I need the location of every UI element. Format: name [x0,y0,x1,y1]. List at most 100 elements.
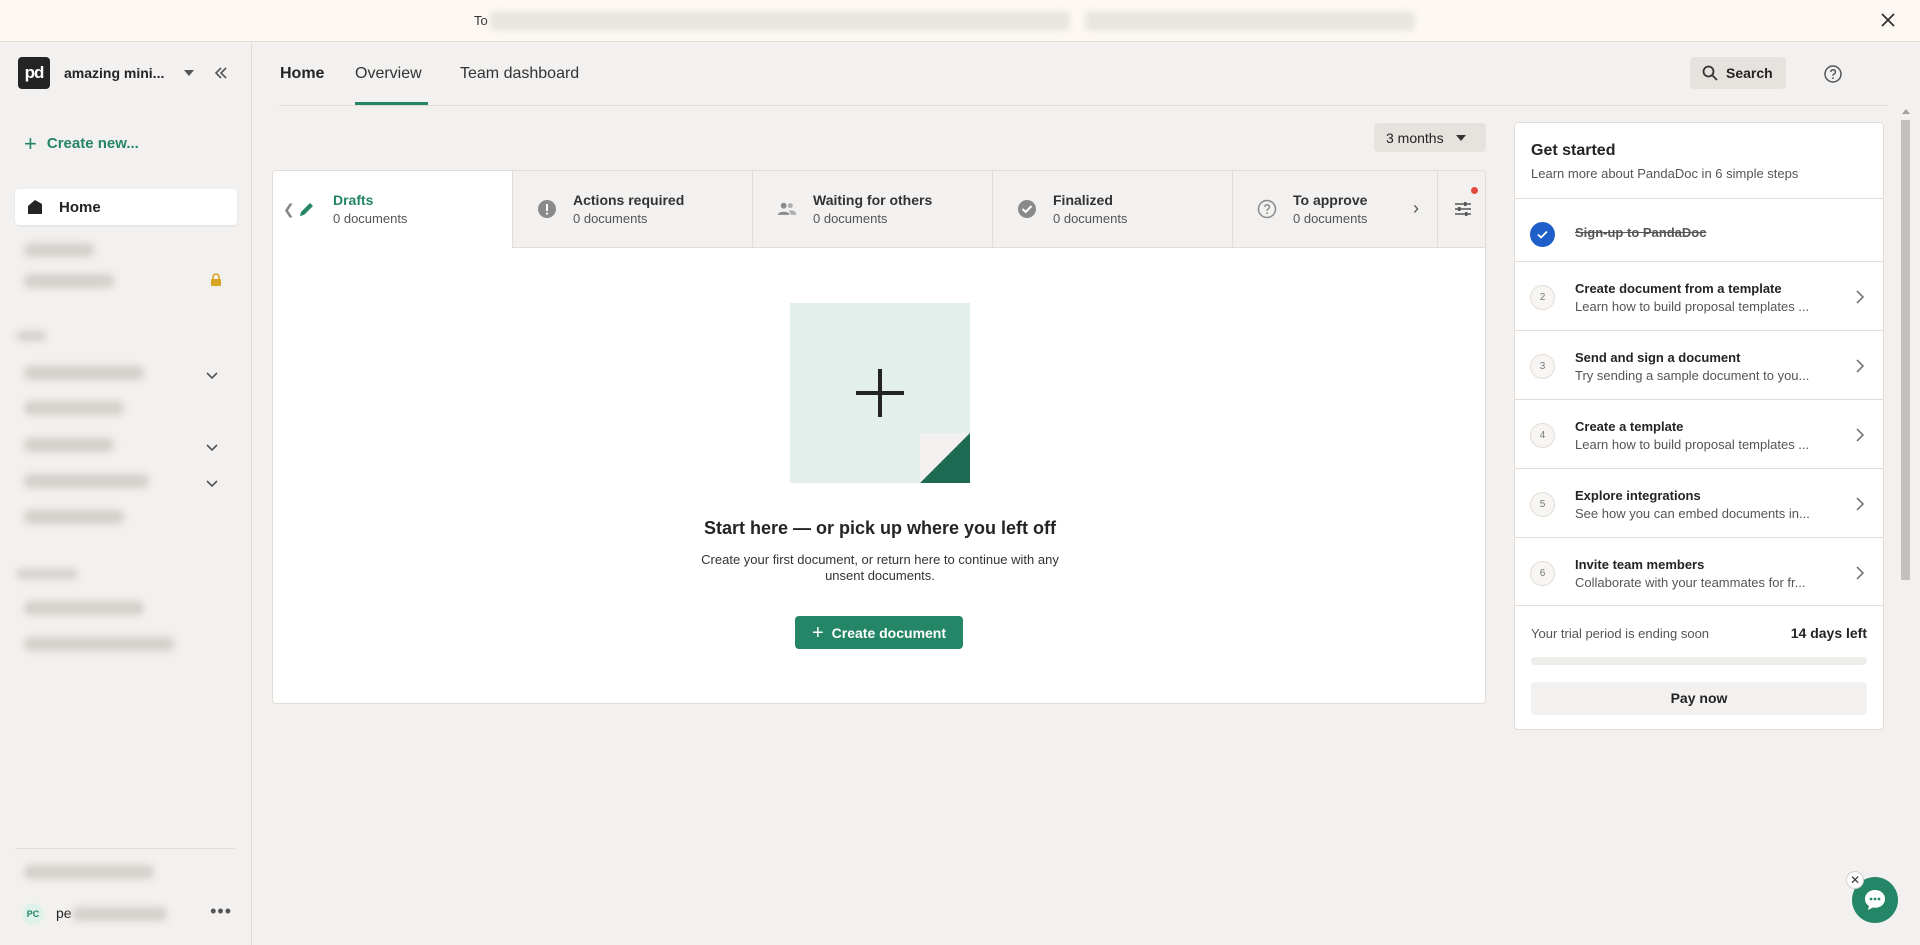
get-started-subtitle: Learn more about PandaDoc in 6 simple st… [1531,166,1799,181]
onboarding-step-2[interactable]: 2 Create document from a template Learn … [1515,261,1883,330]
get-started-panel: Get started Learn more about PandaDoc in… [1514,122,1884,730]
close-icon[interactable] [1876,8,1900,32]
banner-blurred-text [490,11,1070,31]
tab-team-dashboard[interactable]: Team dashboard [460,65,579,83]
status-tab-waiting-for-others[interactable]: Waiting for others 0 documents [753,171,993,248]
chat-icon [1865,890,1885,910]
chevron-right-icon [1856,497,1865,511]
chevron-down-icon[interactable] [206,441,218,453]
tab-overview[interactable]: Overview [355,65,422,83]
plus-icon: + [811,621,824,644]
sidebar-item-blurred[interactable] [24,637,174,651]
pencil-icon [300,203,313,216]
sidebar-item-blurred[interactable] [24,243,94,257]
user-name-blurred [72,907,167,921]
onboarding-step-3[interactable]: 3 Send and sign a document Try sending a… [1515,330,1883,399]
step-description: Collaborate with your teammates for fr..… [1575,575,1806,590]
get-started-title: Get started [1531,142,1616,159]
status-title: Finalized [1053,192,1113,208]
onboarding-step-4[interactable]: 4 Create a template Learn how to build p… [1515,399,1883,468]
caret-down-icon [1455,134,1466,141]
caret-down-icon [184,70,194,76]
trial-progress-bar [1531,657,1867,665]
page-header: Home Overview Team dashboard Search [279,43,1887,106]
search-button[interactable]: Search [1690,57,1786,89]
step-number: 2 [1530,285,1555,310]
onboarding-step-5[interactable]: 5 Explore integrations See how you can e… [1515,468,1883,537]
sidebar-section-label-blurred [16,331,46,341]
close-icon[interactable]: ✕ [1846,871,1864,889]
sidebar-item-blurred[interactable] [24,438,114,452]
trial-banner: To [0,0,1920,42]
status-title: Actions required [573,192,685,208]
status-count: 0 documents [1293,211,1368,226]
status-tab-finalized[interactable]: Finalized 0 documents [993,171,1233,248]
chevron-right-icon [1856,359,1865,373]
home-icon [28,200,42,214]
step-description: Try sending a sample document to you... [1575,368,1810,383]
sidebar-item-blurred[interactable] [24,865,154,879]
check-icon [1530,222,1555,247]
status-count: 0 documents [1053,211,1128,226]
active-tab-indicator [355,102,428,105]
scrollbar[interactable] [1900,108,1912,588]
sidebar-item-blurred[interactable] [24,510,124,524]
sidebar-item-blurred[interactable] [24,274,114,288]
chevron-down-icon[interactable] [206,477,218,489]
step-number: 5 [1530,492,1555,517]
status-tabs: ❮ Drafts 0 documents Actions required 0 … [273,171,1485,248]
step-title: Explore integrations [1575,488,1701,503]
pandadoc-logo: pd [18,57,50,89]
empty-state-title: Start here — or pick up where you left o… [703,518,1057,538]
workspace-switcher[interactable]: pd amazing mini... [18,57,233,90]
empty-state-subtitle: Create your first document, or return he… [701,552,1059,583]
sidebar-item-blurred[interactable] [24,401,124,415]
create-new-button[interactable]: + Create new... [24,130,139,156]
plus-icon: + [24,130,37,156]
chevron-left-icon[interactable]: ❮ [283,201,295,218]
step-description: Learn how to build proposal templates ..… [1575,299,1810,314]
banner-blurred-link [1085,11,1415,31]
create-document-label: Create document [831,624,947,641]
trial-text: Your trial period is ending soon [1531,626,1710,641]
empty-state-illustration [790,303,970,483]
divider [15,848,235,849]
scrollbar-thumb[interactable] [1901,120,1910,580]
sidebar-item-blurred[interactable] [24,366,144,380]
step-description: See how you can embed documents in... [1575,506,1810,521]
people-icon [777,202,797,215]
create-document-button[interactable]: + Create document [795,616,963,649]
step-description: Learn how to build proposal templates ..… [1575,437,1810,452]
chevron-right-icon[interactable]: › [1413,198,1419,219]
lock-icon [209,273,223,287]
search-label: Search [1726,65,1773,81]
help-icon[interactable] [1823,64,1843,84]
status-title: Waiting for others [813,192,933,208]
filter-settings-button[interactable] [1437,171,1485,248]
documents-card: ❮ Drafts 0 documents Actions required 0 … [272,170,1486,704]
plus-icon [856,369,904,417]
search-icon [1702,65,1718,81]
status-tab-actions-required[interactable]: Actions required 0 documents [513,171,753,248]
sidebar-item-blurred[interactable] [24,474,149,488]
step-title: Create document from a template [1575,281,1782,296]
onboarding-step-1[interactable]: Sign-up to PandaDoc [1515,198,1883,267]
collapse-sidebar-icon[interactable] [211,63,231,83]
tab-home[interactable]: Home [280,65,324,83]
onboarding-step-6[interactable]: 6 Invite team members Collaborate with y… [1515,537,1883,606]
more-icon[interactable]: ••• [210,901,232,922]
period-dropdown[interactable]: 3 months [1374,123,1486,152]
sidebar-item-home[interactable]: Home [15,189,237,225]
sliders-icon [1455,202,1471,216]
question-icon [1257,199,1277,219]
sidebar: pd amazing mini... + Create new... Home … [0,43,252,945]
chevron-down-icon[interactable] [206,369,218,381]
step-number: 3 [1530,354,1555,379]
step-title: Create a template [1575,419,1684,434]
page-fold-icon [920,433,970,483]
pay-now-button[interactable]: Pay now [1531,682,1867,715]
sidebar-item-blurred[interactable] [24,601,144,615]
status-count: 0 documents [813,211,888,226]
user-menu[interactable]: PC pe ••• [22,901,232,925]
status-tab-drafts[interactable]: ❮ Drafts 0 documents [273,171,513,248]
